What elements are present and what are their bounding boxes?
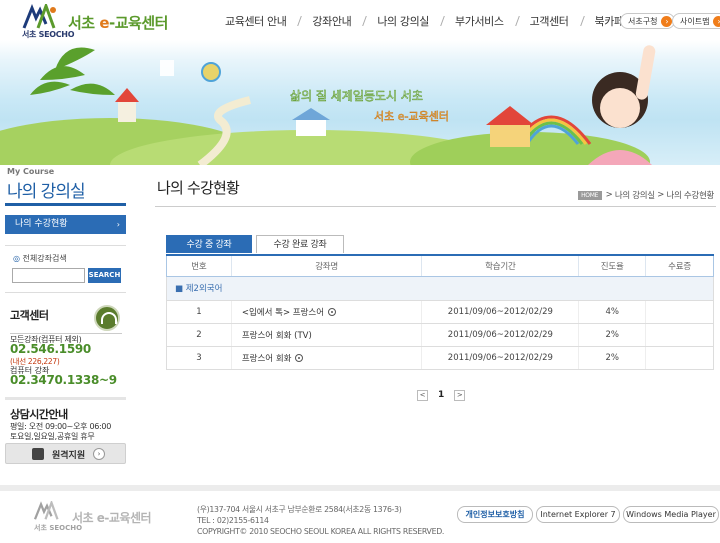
col-period: 학습기간 <box>421 254 579 277</box>
site-header: 서초 SEOCHO 서초 e-교육센터 교육센터 안내 강좌안내 나의 강의실 … <box>0 0 720 165</box>
table-row: 2 프랑스어 회화 (TV) 2011/09/06~2012/02/29 2% <box>166 323 714 347</box>
site-logo[interactable]: 서초 SEOCHO 서초 e-교육센터 <box>14 4 184 40</box>
main-content: 나의 수강현황 HOME > 나의 강의실 > 나의 수강현황 수강 중 강좌 … <box>155 165 720 485</box>
chevron-right-icon: › <box>93 448 105 460</box>
privacy-policy-button[interactable]: 개인정보보호방침 <box>457 506 533 523</box>
course-tabs: 수강 중 강좌 수강 완료 강좌 <box>166 235 344 253</box>
period-cell: 2011/09/06~2012/02/29 <box>421 300 579 324</box>
general-phone: 02.546.1590 <box>10 342 91 356</box>
customer-center-box: 고객센터 모든강좌(컴퓨터 제외) 02.546.1590 (내선 226,22… <box>5 301 126 391</box>
table-header-row: 번호 강좌명 학습기간 진도율 수료증 <box>166 254 714 277</box>
pagination: < 1 > <box>417 389 466 401</box>
certificate-cell <box>645 323 714 347</box>
gnb-courses[interactable]: 강좌안내 <box>299 13 364 29</box>
course-search-box: ◎ 전체강좌검색 SEARCH <box>5 245 126 293</box>
global-navigation: 교육센터 안내 강좌안내 나의 강의실 부가서비스 고객센터 북카페 <box>212 12 637 30</box>
arrow-right-icon: › <box>713 15 720 27</box>
my-course-label: My Course <box>7 167 55 176</box>
table-row: 3 프랑스어 회화 2011/09/06~2012/02/29 2% <box>166 346 714 370</box>
col-certificate: 수료증 <box>645 254 714 277</box>
group-label: ■ 제2외국어 <box>166 276 714 301</box>
logo-subtitle: 서초 SEOCHO <box>22 30 75 39</box>
sitemap-button[interactable]: 사이트맵› <box>672 13 720 29</box>
seocho-office-button[interactable]: 서초구청 › <box>620 13 676 29</box>
row-number: 3 <box>166 346 232 370</box>
course-name-cell[interactable]: 프랑스어 회화 <box>230 346 422 370</box>
progress-cell: 2% <box>578 346 646 370</box>
search-icon: ◎ <box>13 254 20 263</box>
breadcrumb: HOME > 나의 강의실 > 나의 수강현황 <box>577 189 714 201</box>
home-icon[interactable]: HOME <box>577 190 602 200</box>
monitor-icon <box>32 448 44 460</box>
course-table: 번호 강좌명 학습기간 진도율 수료증 ■ 제2외국어 1 <입에서 톡> 프랑… <box>166 254 714 370</box>
gnb-customer-center[interactable]: 고객센터 <box>517 13 582 29</box>
certificate-cell <box>645 346 714 370</box>
consult-hours-title: 상담시간안내 <box>10 408 68 421</box>
row-number: 1 <box>166 300 232 324</box>
remote-support-button[interactable]: 원격지원 › <box>5 443 126 464</box>
footer-logo: 서초 SEOCHO 서초 e-교육센터 <box>32 501 162 537</box>
certificate-cell <box>645 300 714 324</box>
title-divider <box>155 206 716 207</box>
table-row: 1 <입에서 톡> 프랑스어 2011/09/06~2012/02/29 4% <box>166 300 714 324</box>
play-icon[interactable] <box>328 307 337 316</box>
seocho-logo-icon <box>33 501 59 520</box>
course-name-cell[interactable]: 프랑스어 회화 (TV) <box>230 323 422 347</box>
period-cell: 2011/09/06~2012/02/29 <box>421 346 579 370</box>
site-footer: 서초 SEOCHO 서초 e-교육센터 (우)137-704 서울시 서초구 남… <box>0 485 720 543</box>
gnb-center-info[interactable]: 교육센터 안내 <box>212 13 299 29</box>
course-search-label: ◎ 전체강좌검색 <box>13 254 67 263</box>
row-number: 2 <box>166 323 232 347</box>
svg-text:삶의 질 세계일등도시 서초: 삶의 질 세계일등도시 서초 <box>290 89 423 103</box>
tab-completed[interactable]: 수강 완료 강좌 <box>256 235 344 253</box>
gnb-my-classroom[interactable]: 나의 강의실 <box>364 13 442 29</box>
media-player-download-button[interactable]: Windows Media Player <box>623 506 719 523</box>
logo-title: 서초 e-교육센터 <box>68 14 168 32</box>
ie7-download-button[interactable]: Internet Explorer 7 <box>536 506 620 523</box>
left-sidebar: My Course 나의 강의실 나의 수강현황 › ◎ 전체강좌검색 SEAR… <box>0 165 132 485</box>
play-icon[interactable] <box>295 353 304 362</box>
footer-address: (우)137-704 서울시 서초구 남부순환로 2584(서초2동 1376-… <box>197 505 445 536</box>
arrow-right-icon: › <box>661 15 673 27</box>
customer-center-title: 고객센터 <box>10 309 49 322</box>
prev-page-button[interactable]: < <box>417 389 428 401</box>
col-number: 번호 <box>166 254 232 277</box>
sidebar-divider <box>5 203 126 206</box>
course-search-input[interactable] <box>12 268 85 283</box>
next-page-button[interactable]: > <box>454 389 466 401</box>
sidebar-title: 나의 강의실 <box>7 182 86 202</box>
headset-icon <box>94 305 120 331</box>
progress-cell: 2% <box>578 323 646 347</box>
svg-text:서초 e-교육센터: 서초 e-교육센터 <box>374 110 449 123</box>
period-cell: 2011/09/06~2012/02/29 <box>421 323 579 347</box>
col-course-name: 강좌명 <box>230 254 422 277</box>
search-button[interactable]: SEARCH <box>88 268 121 283</box>
page-title: 나의 수강현황 <box>157 179 240 197</box>
gnb-extra-services[interactable]: 부가서비스 <box>442 13 517 29</box>
tab-in-progress[interactable]: 수강 중 강좌 <box>166 235 252 253</box>
computer-phone: 02.3470.1338~9 <box>10 373 117 387</box>
table-group-row: ■ 제2외국어 <box>166 276 714 301</box>
seocho-logo-icon <box>22 4 56 29</box>
holiday-note: 토요일,일요일,공휴일 휴무 <box>10 432 95 441</box>
banner-illustration: 삶의 질 세계일등도시 서초 서초 e-교육센터 <box>0 45 656 165</box>
chevron-right-icon: › <box>116 220 120 229</box>
col-progress: 진도율 <box>578 254 646 277</box>
progress-cell: 4% <box>578 300 646 324</box>
sidebar-item-my-status[interactable]: 나의 수강현황 › <box>5 215 126 234</box>
breadcrumb-my-classroom[interactable]: 나의 강의실 <box>615 189 655 201</box>
current-page[interactable]: 1 <box>438 390 444 400</box>
course-name-cell[interactable]: <입에서 톡> 프랑스어 <box>230 300 422 324</box>
breadcrumb-current: 나의 수강현황 <box>666 191 714 201</box>
consult-hours-box: 상담시간안내 평일: 오전 09:00~오후 06:00 토요일,일요일,공휴일… <box>5 397 126 477</box>
